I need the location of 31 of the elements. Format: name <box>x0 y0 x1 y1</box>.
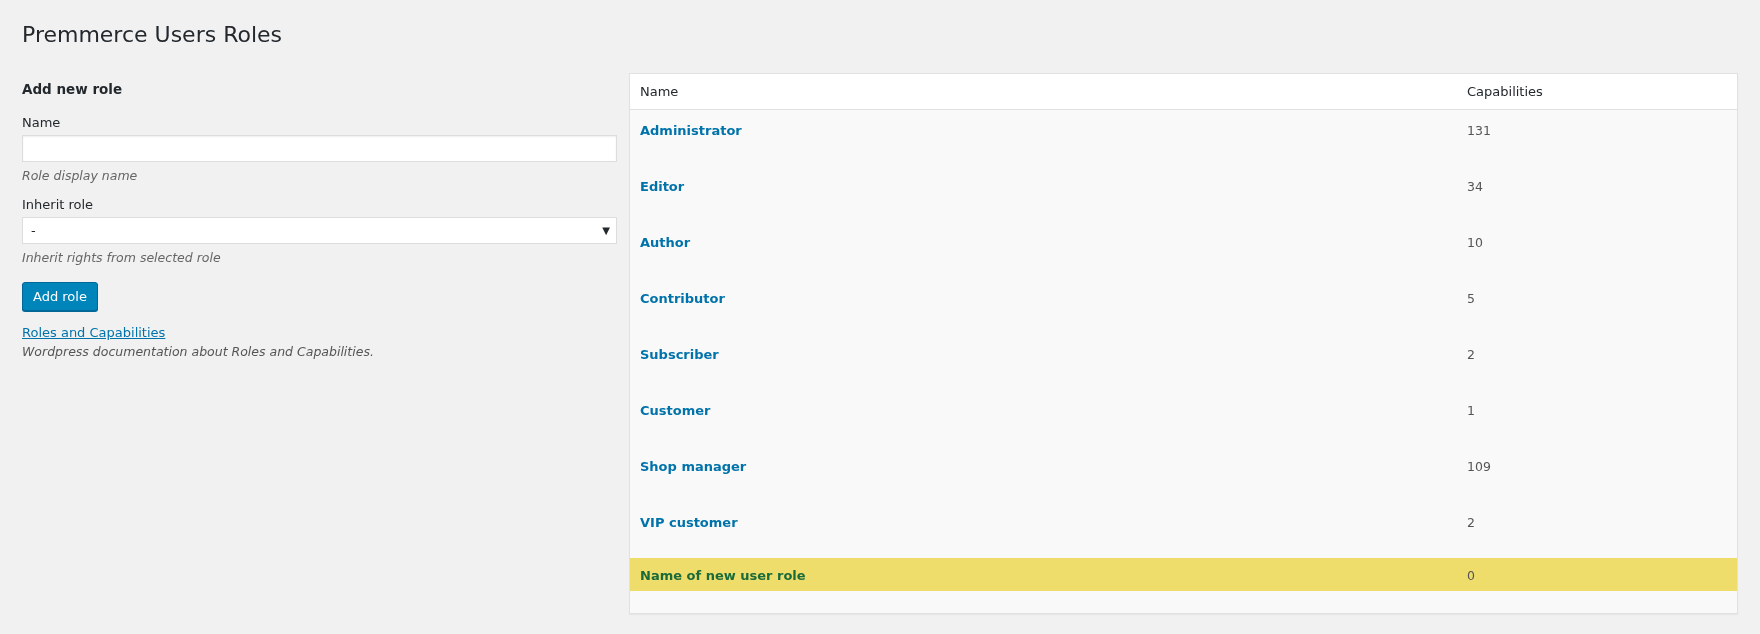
column-header: Name <box>639 84 680 99</box>
field-hint: Inherit rights from selected role <box>22 250 221 265</box>
page-title: Premmerce Users Roles <box>22 22 283 47</box>
capabilities-count: 34 <box>1466 179 1483 194</box>
capabilities-count: 1 <box>1466 403 1475 418</box>
documentation-text: Wordpress documentation about Roles and Capabilities. <box>22 344 374 359</box>
capabilities-count: 2 <box>1466 515 1475 530</box>
capabilities-count: 109 <box>1466 459 1491 474</box>
add-role-button[interactable]: Add role <box>22 282 98 311</box>
documentation-link[interactable]: Roles and Capabilities <box>22 325 166 340</box>
name-input-field[interactable] <box>22 135 617 162</box>
role-name-link[interactable]: Customer <box>630 403 711 418</box>
field-label: Inherit role <box>22 197 94 212</box>
field-label: Name <box>22 115 61 130</box>
role-name-link[interactable]: Editor <box>630 179 685 194</box>
role-name-link[interactable]: Administrator <box>630 123 742 138</box>
role-name-link[interactable]: Contributor <box>630 291 725 306</box>
capabilities-count: 0 <box>1466 568 1475 583</box>
capabilities-count: 5 <box>1466 291 1475 306</box>
role-name-link[interactable]: Shop manager <box>630 459 747 474</box>
column-header: Capabilities <box>1466 84 1544 99</box>
role-name-link[interactable]: VIP customer <box>630 515 738 530</box>
capabilities-count: 10 <box>1466 235 1483 250</box>
capabilities-count: 2 <box>1466 347 1475 362</box>
inherit-role-dropdown[interactable]: - ▼ <box>22 217 617 244</box>
field-hint: Role display name <box>22 168 138 183</box>
role-name-link[interactable]: Author <box>630 235 691 250</box>
form-heading: Add new role <box>22 81 123 97</box>
role-name-link[interactable]: Name of new user role <box>630 568 806 583</box>
role-name-link[interactable]: Subscriber <box>630 347 719 362</box>
capabilities-count: 131 <box>1466 123 1491 138</box>
